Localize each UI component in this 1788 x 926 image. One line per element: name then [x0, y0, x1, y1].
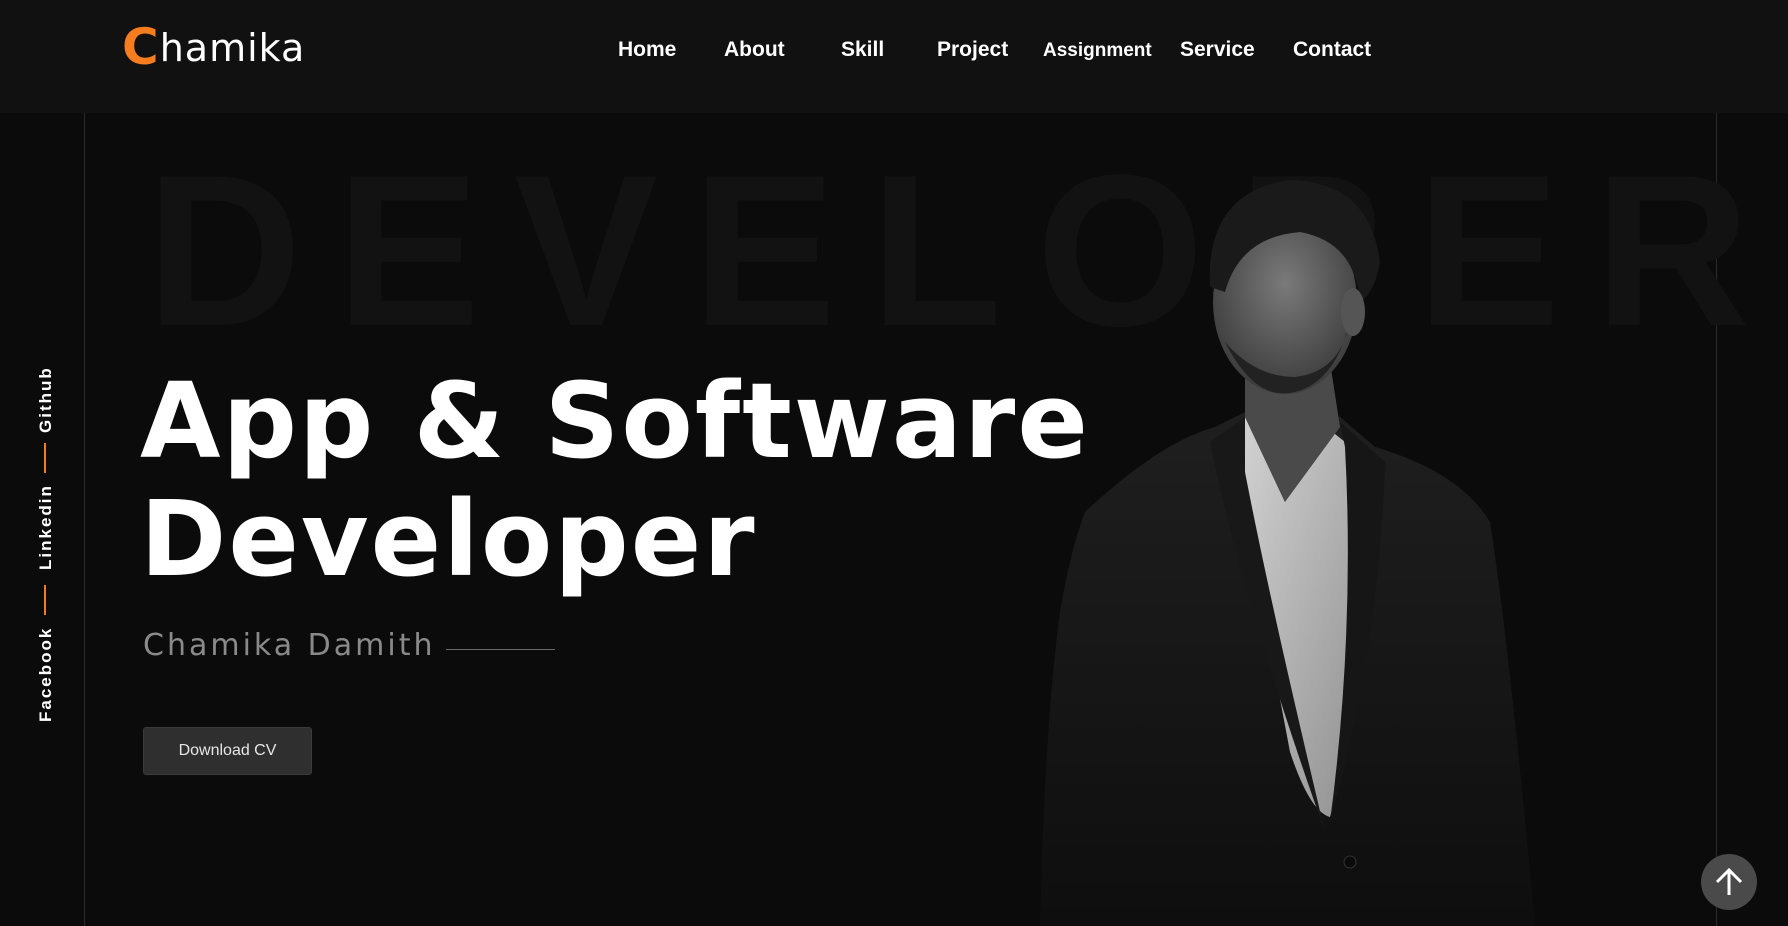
social-facebook-link[interactable]: Facebook [36, 627, 56, 722]
hero-title: App & Software Developer [140, 362, 1090, 598]
nav-item-about[interactable]: About [724, 38, 785, 62]
nav-item-service[interactable]: Service [1180, 38, 1255, 62]
page: Chamika Home About Skill Project Assignm… [0, 0, 1788, 926]
nav-item-assignment[interactable]: Assignment [1043, 40, 1152, 62]
arrow-up-icon [1715, 867, 1743, 895]
download-cv-button[interactable]: Download CV [143, 727, 312, 775]
hero-title-line1: App & Software [140, 360, 1090, 482]
scroll-to-top-button[interactable] [1701, 854, 1757, 910]
social-linkedin-link[interactable]: Linkedin [36, 484, 56, 570]
header: Chamika Home About Skill Project Assignm… [0, 0, 1788, 113]
logo-text: hamika [159, 26, 306, 70]
social-divider [44, 443, 46, 473]
hero-name-line [446, 649, 555, 650]
nav-item-skill[interactable]: Skill [841, 38, 884, 62]
nav-item-home[interactable]: Home [618, 38, 676, 62]
nav-item-project[interactable]: Project [937, 38, 1008, 62]
hero-title-line2: Developer [140, 478, 757, 600]
social-divider [44, 585, 46, 615]
nav-item-contact[interactable]: Contact [1293, 38, 1371, 62]
left-divider [84, 113, 85, 926]
profile-portrait [1040, 180, 1535, 926]
logo-initial: C [122, 18, 160, 76]
logo[interactable]: Chamika [122, 18, 305, 76]
hero-name: Chamika Damith [143, 628, 436, 663]
social-github-link[interactable]: Github [36, 366, 56, 433]
